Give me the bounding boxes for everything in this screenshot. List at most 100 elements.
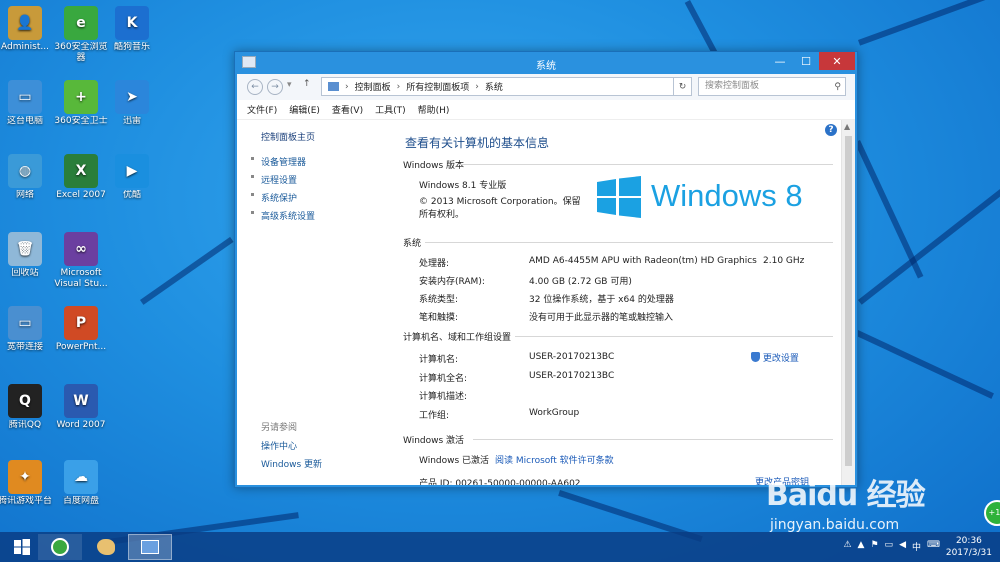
link-windows-update[interactable]: Windows 更新 (261, 457, 322, 470)
desktop-icon[interactable]: X Excel 2007 (53, 154, 109, 201)
refresh-icon[interactable]: ↻ (673, 77, 692, 96)
desktop-icon[interactable]: W Word 2007 (53, 384, 109, 431)
keyboard-icon[interactable]: ⌨ (927, 540, 940, 553)
desktop-icon[interactable]: 👤 Administ... (0, 6, 53, 53)
activation-status: Windows 已激活 (419, 456, 490, 466)
desktop-icon[interactable]: ▶ 优酷 (104, 154, 160, 201)
search-placeholder: 搜索控制面板 (705, 81, 760, 91)
desktop-icon-label: 网络 (15, 190, 34, 200)
window-title: 系统 (536, 61, 556, 72)
maximize-button[interactable]: ☐ (793, 52, 819, 70)
breadcrumb-system[interactable]: 系统 (485, 80, 503, 93)
search-icon[interactable]: ⚲ (834, 79, 841, 96)
value-system-type: 32 位操作系统，基于 x64 的处理器 (529, 295, 674, 305)
link-action-center[interactable]: 操作中心 (261, 439, 297, 452)
desktop-icon[interactable]: ➤ 迅雷 (104, 80, 160, 127)
taskbar-paint[interactable] (84, 534, 128, 560)
taskbar: ⚠ ▲ ⚑ ▭ ◀ 中 ⌨ 20:36 2017/3/31 (0, 532, 1000, 562)
app-icon: ◍ (8, 154, 42, 188)
label-full-name: 计算机全名: (419, 374, 468, 384)
app-icon: ✦ (8, 460, 42, 494)
windows-flag-icon (597, 176, 641, 218)
app-icon: X (64, 154, 98, 188)
app-icon: Q (8, 384, 42, 418)
ime-indicator[interactable]: 中 (912, 540, 921, 553)
wallpaper-line (855, 330, 994, 399)
label-processor: 处理器: (419, 259, 450, 269)
back-arrow-icon[interactable]: ← (247, 79, 263, 95)
link-system-protection[interactable]: 系统保护 (261, 191, 297, 204)
app-icon: W (64, 384, 98, 418)
app-icon: ▭ (8, 80, 42, 114)
desktop-icon[interactable]: K 酷狗音乐 (104, 6, 160, 53)
window-body: ← → ▾ ↑ › 控制面板 › 所有控制面板项 › 系统 ▾ ↻ 搜索控制面板… (237, 74, 855, 485)
app-icon: + (64, 80, 98, 114)
desktop-icon[interactable]: P PowerPnt... (53, 306, 109, 353)
section-title: 计算机名、域和工作组设置 (403, 333, 512, 343)
tray-expand-icon[interactable]: ▲ (858, 540, 865, 553)
close-button[interactable]: ✕ (819, 52, 855, 70)
control-panel-icon (141, 540, 159, 554)
desktop-icon[interactable]: +360安全卫士 (53, 80, 109, 127)
up-arrow-icon[interactable]: ↑ (303, 79, 311, 89)
link-device-manager[interactable]: 设备管理器 (261, 155, 306, 168)
desktop-icon[interactable]: Q 腾讯QQ (0, 384, 53, 431)
scroll-up-icon[interactable]: ▲ (844, 122, 850, 131)
search-input[interactable]: 搜索控制面板 ⚲ (698, 77, 846, 96)
baidu-watermark: Baidu 经验 (766, 478, 926, 513)
breadcrumb-control-panel[interactable]: 控制面板 (355, 80, 391, 93)
menu-help[interactable]: 帮助(H) (418, 103, 450, 116)
desktop-icon[interactable]: ▭ 这台电脑 (0, 80, 53, 127)
flag-icon[interactable]: ⚑ (870, 540, 878, 553)
desktop-icon[interactable]: ☁ 百度网盘 (53, 460, 109, 507)
windows-logo: Windows 8 (597, 176, 803, 221)
app-icon: ▭ (8, 306, 42, 340)
change-settings-link[interactable]: 更改设置 (751, 351, 799, 364)
desktop-icon-label: PowerPnt... (55, 342, 107, 352)
history-dropdown-icon[interactable]: ▾ (287, 80, 292, 90)
link-advanced-settings[interactable]: 高级系统设置 (261, 209, 315, 222)
help-icon[interactable]: ? (825, 124, 837, 136)
desktop-icon[interactable]: e 360安全浏览器 (53, 6, 109, 64)
desktop-icon-label: Administ... (1, 42, 49, 52)
value-processor: AMD A6-4455M APU with Radeon(tm) HD Grap… (529, 256, 757, 266)
desktop-icon[interactable]: 🗑 回收站 (0, 232, 53, 279)
clock[interactable]: 20:36 2017/3/31 (946, 535, 992, 559)
menu-edit[interactable]: 编辑(E) (289, 103, 320, 116)
section-edition: Windows 版本 (403, 158, 833, 171)
baidu-watermark-url: jingyan.baidu.com (770, 517, 900, 533)
link-control-panel-home[interactable]: 控制面板主页 (261, 130, 315, 143)
desktop-icon[interactable]: ✦ 腾讯游戏平台 (0, 460, 53, 507)
desktop-icon[interactable]: ∞ Microsoft Visual Stu... (53, 232, 109, 290)
app-icon: ☁ (64, 460, 98, 494)
divider (459, 164, 833, 165)
link-remote-settings[interactable]: 远程设置 (261, 173, 297, 186)
menu-file[interactable]: 文件(F) (247, 103, 277, 116)
menu-view[interactable]: 查看(V) (332, 103, 363, 116)
volume-icon[interactable]: ◀ (899, 540, 906, 553)
breadcrumb-separator: › (475, 81, 479, 92)
desktop-icon-label: 优酷 (122, 190, 141, 200)
system-window[interactable]: 系统 — ☐ ✕ ← → ▾ ↑ › 控制面板 › 所有控制面板项 › 系统 ▾… (234, 51, 858, 488)
vertical-scrollbar[interactable]: ▲ (841, 120, 855, 485)
forward-arrow-icon[interactable]: → (267, 79, 283, 95)
network-status-icon[interactable]: ⚠ (843, 540, 851, 553)
wallpaper-line (858, 189, 1000, 305)
breadcrumb-all-items[interactable]: 所有控制面板项 (406, 80, 469, 93)
desktop-icon-label: Microsoft Visual Stu... (54, 268, 108, 289)
license-terms-link[interactable]: 阅读 Microsoft 软件许可条款 (495, 453, 614, 466)
desktop-icon[interactable]: ◍ 网络 (0, 154, 53, 201)
scrollbar-thumb[interactable] (845, 136, 852, 466)
display-icon[interactable]: ▭ (885, 540, 894, 553)
app-icon: P (64, 306, 98, 340)
section-system: 系统 (403, 236, 833, 249)
menu-tools[interactable]: 工具(T) (375, 103, 406, 116)
desktop-icon[interactable]: ▭ 宽带连接 (0, 306, 53, 353)
title-bar[interactable]: 系统 — ☐ ✕ (235, 52, 857, 74)
app-icon: ∞ (64, 232, 98, 266)
taskbar-360-browser[interactable] (38, 534, 82, 560)
minimize-button[interactable]: — (767, 52, 793, 70)
address-bar[interactable]: › 控制面板 › 所有控制面板项 › 系统 ▾ (321, 77, 690, 96)
taskbar-control-panel[interactable] (128, 534, 172, 560)
divider (515, 336, 833, 337)
